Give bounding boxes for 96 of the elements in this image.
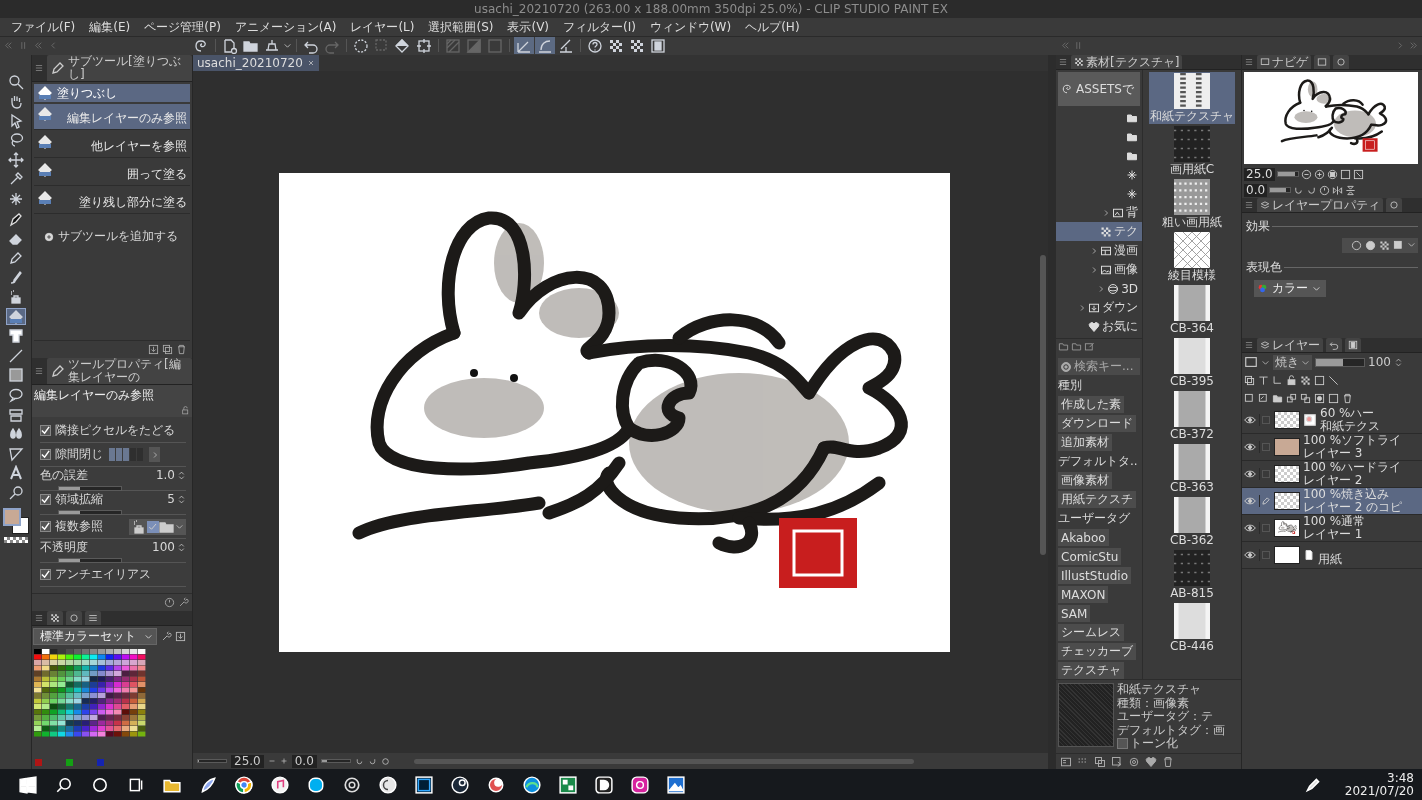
- panel-tab[interactable]: サブツール[塗りつぶし]: [47, 55, 192, 81]
- layer-mode: 100 %ソフトライ: [1303, 434, 1402, 447]
- layer-mode: 100 %通常: [1303, 515, 1366, 528]
- checkbox-label: トーン化: [1130, 737, 1178, 751]
- property-label: 色の誤差: [40, 466, 88, 484]
- property-label: 領域拡縮: [55, 490, 103, 508]
- subtool-item[interactable]: 他レイヤーを参照: [34, 132, 190, 158]
- menu-item[interactable]: 選択範囲(S): [421, 18, 501, 36]
- tree-item[interactable]: ダウン: [1056, 298, 1142, 317]
- material-type: 種類：画像素: [1117, 696, 1190, 710]
- tag-chip[interactable]: Akaboo: [1058, 529, 1109, 546]
- search-field[interactable]: 検索キー...: [1058, 358, 1140, 375]
- zoom-field[interactable]: 25.0: [231, 754, 264, 768]
- layer-name: 用紙: [1318, 552, 1342, 566]
- tag-heading: ユーザータグ: [1058, 510, 1131, 527]
- window-title: usachi_20210720 (263.00 x 188.00mm 350dpi 25.0%) - CLIP STUDIO PAINT EX: [474, 2, 948, 16]
- property-value: 1.0: [155, 468, 175, 482]
- tree-item[interactable]: 漫画: [1056, 241, 1142, 260]
- subtool-item[interactable]: 編集レイヤーのみ参照: [34, 104, 190, 130]
- layer-row[interactable]: 100 %通常 レイヤー 1: [1242, 515, 1422, 542]
- layer-row[interactable]: 100 %焼き込み レイヤー 2 のコピ: [1242, 488, 1422, 515]
- blend-mode-dropdown[interactable]: 焼き: [1273, 354, 1312, 370]
- tree-item[interactable]: 背: [1056, 203, 1142, 222]
- tag-chip[interactable]: MAXON: [1058, 586, 1109, 603]
- material-default-tag: デフォルトタグ：画: [1117, 723, 1225, 737]
- tree-item[interactable]: 画像: [1056, 260, 1142, 279]
- layer-row[interactable]: 60 %ハー 和紙テクス: [1242, 407, 1422, 434]
- layer-name: 和紙テクス: [1320, 420, 1380, 433]
- tag-chip[interactable]: 追加素材: [1058, 434, 1112, 451]
- layer-name: レイヤー 1: [1303, 528, 1364, 541]
- subtool-group[interactable]: 塗りつぶし: [34, 84, 190, 102]
- material-user-tag: ユーザータグ：テ: [1117, 710, 1225, 724]
- material-thumbnail[interactable]: 綾目模様: [1167, 231, 1217, 283]
- clock-date: 2021/07/20: [1344, 785, 1414, 798]
- property-value: 100: [152, 540, 175, 554]
- layer-row[interactable]: 100 %ソフトライ レイヤー 3: [1242, 434, 1422, 461]
- menu-item[interactable]: レイヤー(L): [343, 18, 422, 36]
- panel-tab[interactable]: ツールプロパティ[編集レイヤーの: [47, 358, 192, 384]
- property-label: 隙間閉じ: [55, 446, 103, 463]
- layer-row[interactable]: 用紙: [1242, 542, 1422, 569]
- tag-chip[interactable]: ダウンロード: [1058, 415, 1136, 432]
- material-name: 和紙テクスチャ: [1117, 683, 1202, 697]
- rotation-field[interactable]: 0.0: [1244, 183, 1268, 197]
- tag-chip[interactable]: IllustStudio: [1058, 567, 1131, 584]
- tag-chip[interactable]: 作成した素: [1058, 396, 1124, 413]
- layer-mode: 100 %焼き込み: [1303, 488, 1391, 501]
- category-label: 種別: [1057, 377, 1083, 394]
- tag-heading: デフォルトタ..: [1058, 453, 1139, 470]
- color-mode-dropdown[interactable]: カラー: [1254, 280, 1326, 297]
- layer-name: レイヤー 2 のコピ: [1303, 501, 1403, 514]
- color-set-dropdown[interactable]: 標準カラーセット: [33, 628, 157, 645]
- tree-item[interactable]: テク: [1056, 222, 1142, 241]
- preset-name: 編集レイヤーのみ参照: [34, 387, 155, 404]
- opacity-value: 100: [1368, 355, 1391, 369]
- layer-name: レイヤー 3: [1303, 447, 1364, 460]
- panel-tab[interactable]: レイヤープロパティ: [1257, 198, 1383, 212]
- tag-chip[interactable]: ComicStu: [1058, 548, 1122, 565]
- document-tab[interactable]: usachi_20210720: [193, 55, 319, 71]
- tag-chip[interactable]: テクスチャ: [1058, 662, 1124, 679]
- clock-time: 3:48: [1387, 772, 1414, 785]
- layer-name: レイヤー 2: [1303, 474, 1364, 487]
- subtool-item[interactable]: 塗り残し部分に塗る: [34, 188, 190, 214]
- add-subtool-link[interactable]: サブツールを追加する: [58, 228, 178, 245]
- tag-chip[interactable]: 用紙テクスチ: [1058, 491, 1136, 508]
- material-thumbnail[interactable]: 和紙テクスチャ: [1149, 72, 1235, 124]
- layer-mode: 60 %ハー: [1320, 407, 1376, 420]
- panel-tab[interactable]: ナビゲ: [1257, 55, 1311, 69]
- tree-item[interactable]: 3D: [1056, 279, 1142, 298]
- menu-item[interactable]: フィルター(I): [556, 18, 643, 36]
- tree-item[interactable]: お気に: [1056, 317, 1142, 336]
- menu-item[interactable]: 編集(E): [82, 18, 138, 36]
- subtool-item[interactable]: 囲って塗る: [34, 160, 190, 186]
- tag-chip[interactable]: シームレス: [1058, 624, 1124, 641]
- menu-item[interactable]: ウィンドウ(W): [642, 18, 739, 36]
- property-label: 不透明度: [40, 538, 88, 556]
- menu-item[interactable]: ヘルプ(H): [738, 18, 807, 36]
- section-label: 表現色: [1246, 259, 1282, 276]
- property-value: 5: [167, 492, 175, 506]
- panel-tab[interactable]: 素材[テクスチャ]: [1071, 55, 1183, 69]
- property-label: 隣接ピクセルをたどる: [55, 422, 175, 439]
- tag-chip[interactable]: 画像素材: [1058, 472, 1112, 489]
- property-label: アンチエイリアス: [55, 566, 151, 583]
- menu-item[interactable]: ページ管理(P): [137, 18, 228, 36]
- assets-button[interactable]: ASSETSで: [1058, 72, 1140, 106]
- menu-item[interactable]: 表示(V): [500, 18, 557, 36]
- panel-tab[interactable]: レイヤー: [1257, 338, 1323, 352]
- tag-chip[interactable]: チェッカーブ: [1058, 643, 1136, 660]
- section-label: 効果: [1246, 218, 1270, 235]
- zoom-field[interactable]: 25.0: [1244, 167, 1275, 181]
- material-thumbnail[interactable]: 粗い画用紙: [1161, 178, 1223, 230]
- rotation-field[interactable]: 0.0: [291, 754, 317, 768]
- layer-mode: 100 %ハードライ: [1303, 461, 1402, 474]
- menu-item[interactable]: ファイル(F): [4, 18, 83, 36]
- property-label: 複数参照: [55, 518, 103, 535]
- menu-item[interactable]: アニメーション(A): [227, 18, 344, 36]
- tag-chip[interactable]: SAM: [1058, 605, 1091, 622]
